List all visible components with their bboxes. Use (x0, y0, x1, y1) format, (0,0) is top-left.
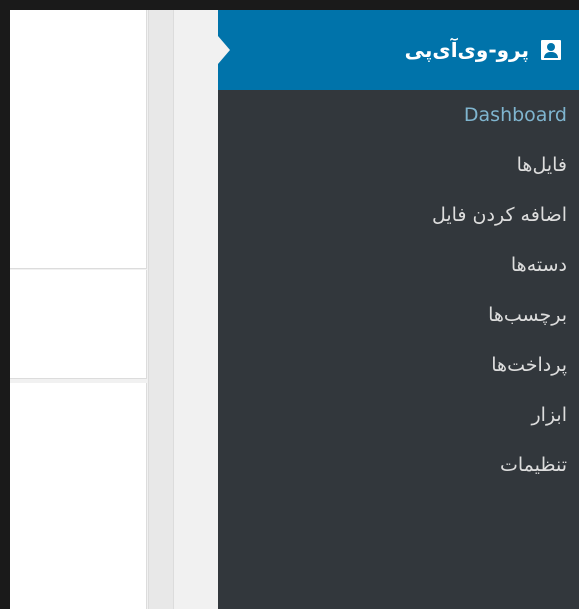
submenu-item-categories[interactable]: دسته‌ها (218, 240, 579, 290)
plugin-menu-header[interactable]: پرو-وی‌آی‌پی (218, 10, 579, 90)
content-gutter (148, 10, 174, 609)
submenu-item-payments[interactable]: پرداخت‌ها (218, 340, 579, 390)
submenu-item-tools[interactable]: ابزار (218, 390, 579, 440)
content-panel (10, 383, 147, 609)
admin-window: پرو-وی‌آی‌پی Dashboard فایل‌ها اضافه کرد… (10, 10, 579, 609)
submenu-item-settings[interactable]: تنظیمات (218, 440, 579, 490)
submenu-item-tags[interactable]: برچسب‌ها (218, 290, 579, 340)
plugin-submenu: Dashboard فایل‌ها اضافه کردن فایل دسته‌ه… (218, 90, 579, 490)
active-menu-arrow (218, 36, 230, 64)
admin-sidebar: پرو-وی‌آی‌پی Dashboard فایل‌ها اضافه کرد… (218, 10, 579, 609)
submenu-item-dashboard[interactable]: Dashboard (218, 90, 579, 140)
submenu-item-files[interactable]: فایل‌ها (218, 140, 579, 190)
plugin-menu-title[interactable]: پرو-وی‌آی‌پی (405, 38, 529, 62)
user-icon (541, 40, 561, 60)
content-panel (10, 10, 147, 269)
content-panel (10, 270, 147, 379)
submenu-item-add-file[interactable]: اضافه کردن فایل (218, 190, 579, 240)
